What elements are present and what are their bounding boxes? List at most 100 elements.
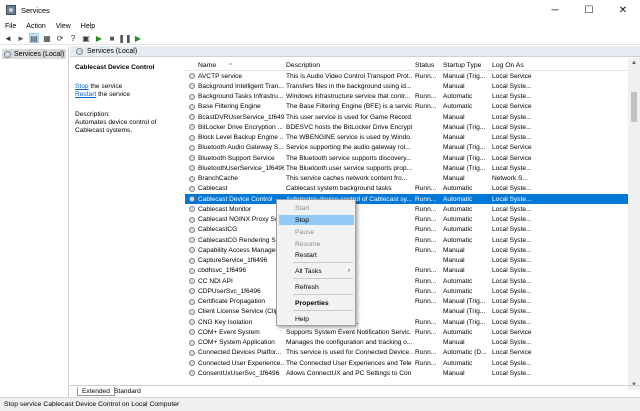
restart-service-link[interactable]: Restart: [75, 91, 96, 98]
gear-icon: [189, 83, 195, 90]
table-row[interactable]: Cablecast NGINX Proxy Ser......ServerRun…: [185, 215, 628, 225]
table-row[interactable]: CDPUserSvc_1f6496...or Connected D...Run…: [185, 286, 628, 296]
submenu-arrow-icon: ›: [348, 268, 350, 274]
service-startup-cell: Manual: [443, 257, 465, 264]
table-row[interactable]: BluetoothUserService_1f6496 The Bluetooth…: [185, 163, 628, 173]
context-menu: Start Stop Pause Resume Restart All Task…: [276, 199, 356, 326]
table-row[interactable]: CablecastCG...e dynamic conten...Runn...…: [185, 225, 628, 235]
table-row[interactable]: Bluetooth Audio Gateway S... Service supp…: [185, 143, 628, 153]
properties-icon[interactable]: ▦: [42, 33, 52, 43]
menu-item-all-tasks[interactable]: All Tasks ›: [279, 266, 354, 276]
menu-view[interactable]: View: [51, 23, 76, 30]
service-logon-cell: Local Syste...: [492, 82, 532, 90]
table-row[interactable]: BitLocker Drive Encryption ... BDESVC hos…: [185, 122, 628, 132]
column-startup-type[interactable]: Startup Type: [443, 62, 489, 69]
table-row[interactable]: Cablecast Cablecast system background tas…: [185, 184, 628, 194]
stop-link-suffix: the service: [88, 83, 123, 90]
table-row[interactable]: Connected User Experience... The Connecte…: [185, 358, 628, 368]
table-row[interactable]: BranchCache This service caches network c…: [185, 174, 628, 184]
table-row[interactable]: CNG Key Isolation...on service is hosted…: [185, 317, 628, 327]
service-startup-cell: Automatic: [443, 328, 473, 336]
table-row[interactable]: CaptureService_1f6496...ional screen cap…: [185, 256, 628, 266]
restart-service-icon[interactable]: ▶: [133, 33, 143, 43]
service-description-cell: The Bluetooth service supports discovery…: [286, 154, 412, 162]
scroll-up-arrow-icon[interactable]: ▲: [628, 58, 640, 68]
table-row[interactable]: Base Filtering Engine The Base Filtering …: [185, 102, 628, 112]
stop-service-link[interactable]: Stop: [75, 83, 89, 90]
table-row[interactable]: ConsentUxUserSvc_1f6496 Allows ConnectUX …: [185, 368, 628, 378]
table-row[interactable]: Capability Access Manager ......anaging …: [185, 245, 628, 255]
table-row[interactable]: CablecastCG Rendering Ser......ring serv…: [185, 235, 628, 245]
menu-item-all-tasks-label: All Tasks: [295, 267, 322, 275]
service-startup-cell: Automatic: [443, 93, 473, 100]
menu-help[interactable]: Help: [76, 23, 100, 30]
table-row[interactable]: Cablecast Monitor...hdog service.Runn...…: [185, 204, 628, 214]
maximize-button[interactable]: ☐: [572, 0, 606, 20]
table-row[interactable]: Background Tasks Infrastru... Windows inf…: [185, 92, 628, 102]
service-startup-cell: Manual: [443, 134, 465, 141]
gear-icon: [189, 226, 195, 233]
table-row[interactable]: Cablecast Device ControlAutomates device…: [185, 194, 628, 205]
table-row[interactable]: COM+ System Application Manages the confi…: [185, 338, 628, 348]
service-logon-cell: Local Syste...: [492, 339, 532, 346]
menu-item-help[interactable]: Help: [279, 314, 354, 324]
service-name-cell: ConsentUxUserSvc_1f6496: [198, 369, 280, 377]
show-hide-console-tree-icon[interactable]: ▤: [29, 33, 39, 43]
service-name-cell: CNG Key Isolation: [198, 318, 253, 326]
menu-item-refresh[interactable]: Refresh: [279, 282, 354, 292]
close-button[interactable]: ✕: [606, 0, 640, 20]
table-row[interactable]: COM+ Event System Supports System Event N…: [185, 327, 628, 337]
scroll-thumb[interactable]: [631, 92, 637, 122]
column-name[interactable]: Name: [198, 62, 284, 69]
column-status[interactable]: Status: [415, 62, 441, 69]
description-text: Automates device control of Cablecast sy…: [75, 119, 157, 134]
service-startup-cell: Manual: [443, 113, 465, 121]
menu-separator: [293, 294, 353, 295]
service-status-cell: Runn...: [415, 185, 437, 193]
menu-item-stop[interactable]: Stop: [279, 215, 354, 225]
tab-standard[interactable]: Standard: [110, 387, 145, 396]
table-row[interactable]: BcastDVRUserService_1f6496 This user serv…: [185, 112, 628, 122]
pause-service-icon[interactable]: ❚❚: [118, 33, 131, 43]
menu-file[interactable]: File: [0, 23, 21, 30]
table-row[interactable]: Bluetooth Support Service The Bluetooth s…: [185, 153, 628, 163]
table-row[interactable]: cbdhsvc_1f6496...for Clipboard scen...Ru…: [185, 266, 628, 276]
gear-icon: [189, 175, 195, 182]
gear-icon: [189, 134, 195, 141]
service-status-cell: Runn...: [415, 195, 437, 203]
forward-arrow-icon[interactable]: ►: [16, 33, 26, 43]
service-name-cell: Bluetooth Audio Gateway S...: [198, 144, 284, 152]
menu-action[interactable]: Action: [21, 23, 50, 30]
menu-item-restart[interactable]: Restart: [279, 250, 354, 260]
table-row[interactable]: Certificate Propagation...nd root certif…: [185, 297, 628, 307]
console-icon[interactable]: ▣: [81, 33, 91, 43]
service-logon-cell: Local Syste...: [492, 369, 532, 377]
gear-icon: [189, 298, 195, 305]
stop-service-icon[interactable]: ■: [107, 33, 117, 43]
service-status-cell: Runn...: [415, 267, 437, 275]
service-description-cell: Manages the configuration and tracking o…: [286, 339, 412, 346]
minimize-button[interactable]: ─: [538, 0, 572, 20]
table-row[interactable]: Block Level Backup Engine ... The WBENGIN…: [185, 133, 628, 143]
table-row[interactable]: AVCTP service This is Audio Video Control…: [185, 71, 628, 81]
service-startup-cell: Automatic: [443, 277, 473, 285]
tree-node-services-local[interactable]: Services (Local): [2, 49, 66, 59]
menu-item-resume: Resume: [295, 240, 321, 248]
gear-icon: [189, 103, 195, 110]
vertical-scrollbar[interactable]: ▲ ▼: [628, 58, 640, 390]
gear-icon: [189, 278, 195, 284]
menu-item-properties[interactable]: Properties: [279, 298, 354, 308]
start-service-icon[interactable]: ▶: [94, 33, 104, 43]
service-name-cell: CC NDI API: [198, 277, 233, 285]
table-row[interactable]: Connected Devices Platfor... This service…: [185, 348, 628, 358]
column-description[interactable]: Description: [286, 62, 412, 69]
table-row[interactable]: Background Intelligent Tran... Transfers …: [185, 81, 628, 91]
service-logon-cell: Local Syste...: [492, 257, 532, 264]
service-logon-cell: Local Syste...: [492, 205, 532, 213]
help-icon[interactable]: ?: [68, 33, 78, 43]
refresh-icon[interactable]: ⟳: [55, 33, 65, 43]
table-row[interactable]: CC NDI API Runn... Automatic Local Syste...: [185, 276, 628, 286]
table-row[interactable]: Client License Service (ClipS......ort f…: [185, 307, 628, 317]
column-log-on-as[interactable]: Log On As: [492, 62, 540, 69]
back-arrow-icon[interactable]: ◄: [3, 33, 13, 43]
